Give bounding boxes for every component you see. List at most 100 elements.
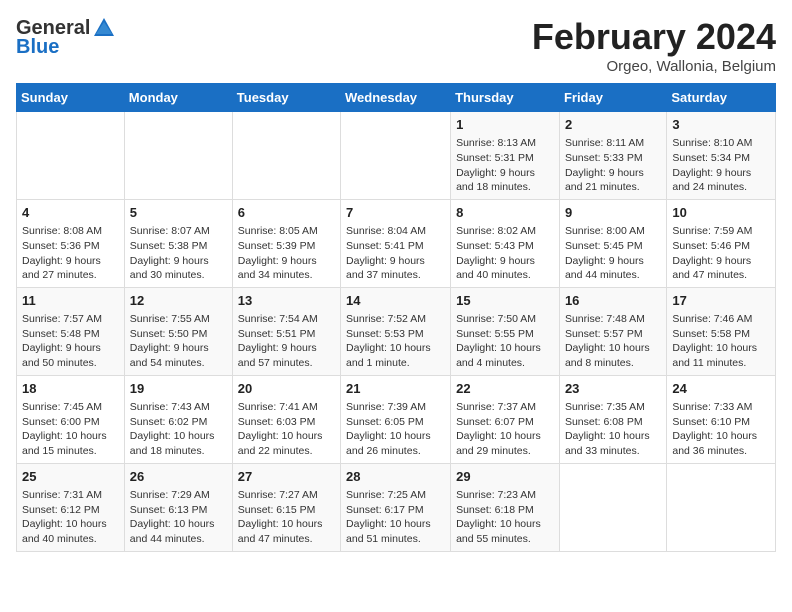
day-info: Sunset: 5:53 PM bbox=[346, 327, 445, 342]
calendar-cell: 2Sunrise: 8:11 AMSunset: 5:33 PMDaylight… bbox=[559, 112, 666, 200]
day-info: Sunset: 5:51 PM bbox=[238, 327, 335, 342]
day-number: 27 bbox=[238, 468, 335, 486]
day-number: 10 bbox=[672, 204, 770, 222]
title-block: February 2024 Orgeo, Wallonia, Belgium bbox=[532, 16, 776, 75]
calendar-week-4: 18Sunrise: 7:45 AMSunset: 6:00 PMDayligh… bbox=[17, 375, 776, 463]
day-info: Sunset: 5:55 PM bbox=[456, 327, 554, 342]
calendar-cell: 16Sunrise: 7:48 AMSunset: 5:57 PMDayligh… bbox=[559, 287, 666, 375]
calendar-cell: 9Sunrise: 8:00 AMSunset: 5:45 PMDaylight… bbox=[559, 199, 666, 287]
calendar-cell: 19 Sunrise: 7:43 AMSunset: 6:02 PMDayligh… bbox=[124, 375, 232, 463]
day-info: Sunset: 5:58 PM bbox=[672, 327, 770, 342]
day-info: Sunrise: 7:43 AM bbox=[130, 400, 227, 415]
header-friday: Friday bbox=[559, 84, 666, 112]
calendar-cell: 25Sunrise: 7:31 AMSunset: 6:12 PMDayligh… bbox=[17, 463, 125, 551]
calendar-cell: 22Sunrise: 7:37 AMSunset: 6:07 PMDayligh… bbox=[451, 375, 560, 463]
logo: General Blue bbox=[16, 16, 116, 59]
day-number: 6 bbox=[238, 204, 335, 222]
day-number: 5 bbox=[130, 204, 227, 222]
day-number: 25 bbox=[22, 468, 119, 486]
day-info: Daylight: 10 hours and 36 minutes. bbox=[672, 429, 770, 458]
day-info: Sunrise: 7:37 AM bbox=[456, 400, 554, 415]
day-info: Daylight: 10 hours and 26 minutes. bbox=[346, 429, 445, 458]
day-info: Sunrise: 8:08 AM bbox=[22, 224, 119, 239]
day-info: Daylight: 10 hours and 4 minutes. bbox=[456, 341, 554, 370]
day-info: Sunrise: 7:57 AM bbox=[22, 312, 119, 327]
day-number: 23 bbox=[565, 380, 661, 398]
day-number: 14 bbox=[346, 292, 445, 310]
day-info: Sunrise: 8:02 AM bbox=[456, 224, 554, 239]
day-number: 17 bbox=[672, 292, 770, 310]
calendar-cell: 17Sunrise: 7:46 AMSunset: 5:58 PMDayligh… bbox=[667, 287, 776, 375]
location-subtitle: Orgeo, Wallonia, Belgium bbox=[532, 58, 776, 75]
day-info: Sunrise: 8:13 AM bbox=[456, 136, 554, 151]
calendar-cell: 27Sunrise: 7:27 AMSunset: 6:15 PMDayligh… bbox=[232, 463, 340, 551]
month-title: February 2024 bbox=[532, 16, 776, 58]
day-info: Sunrise: 7:35 AM bbox=[565, 400, 661, 415]
calendar-table: SundayMondayTuesdayWednesdayThursdayFrid… bbox=[16, 83, 776, 552]
calendar-cell: 5Sunrise: 8:07 AMSunset: 5:38 PMDaylight… bbox=[124, 199, 232, 287]
day-info: Daylight: 9 hours and 47 minutes. bbox=[672, 254, 770, 283]
logo-blue-text: Blue bbox=[16, 36, 59, 59]
day-info: Sunset: 6:02 PM bbox=[130, 415, 227, 430]
calendar-cell: 4Sunrise: 8:08 AMSunset: 5:36 PMDaylight… bbox=[17, 199, 125, 287]
header-monday: Monday bbox=[124, 84, 232, 112]
day-number: 11 bbox=[22, 292, 119, 310]
calendar-cell: 21Sunrise: 7:39 AMSunset: 6:05 PMDayligh… bbox=[341, 375, 451, 463]
day-info: Daylight: 10 hours and 18 minutes. bbox=[130, 429, 227, 458]
calendar-cell: 23 Sunrise: 7:35 AMSunset: 6:08 PMDayligh… bbox=[559, 375, 666, 463]
day-info: Sunrise: 7:25 AM bbox=[346, 488, 445, 503]
day-info: Sunrise: 7:54 AM bbox=[238, 312, 335, 327]
calendar-cell: 24Sunrise: 7:33 AMSunset: 6:10 PMDayligh… bbox=[667, 375, 776, 463]
day-number: 19 bbox=[130, 380, 227, 398]
calendar-cell bbox=[232, 112, 340, 200]
day-info: Daylight: 9 hours and 34 minutes. bbox=[238, 254, 335, 283]
day-info: Daylight: 9 hours and 54 minutes. bbox=[130, 341, 227, 370]
day-info: Sunset: 5:34 PM bbox=[672, 151, 770, 166]
calendar-cell: 20Sunrise: 7:41 AMSunset: 6:03 PMDayligh… bbox=[232, 375, 340, 463]
day-info: Sunrise: 7:59 AM bbox=[672, 224, 770, 239]
calendar-cell bbox=[124, 112, 232, 200]
calendar-cell: 13Sunrise: 7:54 AMSunset: 5:51 PMDayligh… bbox=[232, 287, 340, 375]
day-info: Sunrise: 7:48 AM bbox=[565, 312, 661, 327]
calendar-cell: 12Sunrise: 7:55 AMSunset: 5:50 PMDayligh… bbox=[124, 287, 232, 375]
calendar-cell: 7Sunrise: 8:04 AMSunset: 5:41 PMDaylight… bbox=[341, 199, 451, 287]
day-info: Daylight: 9 hours and 40 minutes. bbox=[456, 254, 554, 283]
calendar-week-1: 1Sunrise: 8:13 AMSunset: 5:31 PMDaylight… bbox=[17, 112, 776, 200]
day-info: Sunrise: 8:11 AM bbox=[565, 136, 661, 151]
day-number: 28 bbox=[346, 468, 445, 486]
calendar-cell bbox=[17, 112, 125, 200]
calendar-week-5: 25Sunrise: 7:31 AMSunset: 6:12 PMDayligh… bbox=[17, 463, 776, 551]
calendar-cell: 14Sunrise: 7:52 AMSunset: 5:53 PMDayligh… bbox=[341, 287, 451, 375]
day-number: 2 bbox=[565, 116, 661, 134]
calendar-cell: 10 Sunrise: 7:59 AMSunset: 5:46 PMDayligh… bbox=[667, 199, 776, 287]
day-info: Sunset: 5:41 PM bbox=[346, 239, 445, 254]
day-info: Sunrise: 8:10 AM bbox=[672, 136, 770, 151]
day-info: Sunset: 5:46 PM bbox=[672, 239, 770, 254]
day-info: Daylight: 10 hours and 22 minutes. bbox=[238, 429, 335, 458]
day-info: Daylight: 9 hours and 37 minutes. bbox=[346, 254, 445, 283]
calendar-cell bbox=[667, 463, 776, 551]
day-info: Sunrise: 7:31 AM bbox=[22, 488, 119, 503]
calendar-cell: 1Sunrise: 8:13 AMSunset: 5:31 PMDaylight… bbox=[451, 112, 560, 200]
day-info: Sunrise: 7:33 AM bbox=[672, 400, 770, 415]
day-info: Daylight: 9 hours and 30 minutes. bbox=[130, 254, 227, 283]
day-info: Sunset: 5:57 PM bbox=[565, 327, 661, 342]
day-number: 18 bbox=[22, 380, 119, 398]
day-info: Sunrise: 7:45 AM bbox=[22, 400, 119, 415]
day-number: 24 bbox=[672, 380, 770, 398]
day-info: Daylight: 10 hours and 33 minutes. bbox=[565, 429, 661, 458]
calendar-cell: 6Sunrise: 8:05 AMSunset: 5:39 PMDaylight… bbox=[232, 199, 340, 287]
day-info: Daylight: 10 hours and 51 minutes. bbox=[346, 517, 445, 546]
calendar-cell bbox=[559, 463, 666, 551]
day-info: Sunset: 5:31 PM bbox=[456, 151, 554, 166]
day-info: Daylight: 9 hours and 27 minutes. bbox=[22, 254, 119, 283]
day-info: Sunset: 5:36 PM bbox=[22, 239, 119, 254]
day-info: Sunset: 6:07 PM bbox=[456, 415, 554, 430]
day-info: Daylight: 10 hours and 15 minutes. bbox=[22, 429, 119, 458]
day-number: 22 bbox=[456, 380, 554, 398]
calendar-cell: 15Sunrise: 7:50 AMSunset: 5:55 PMDayligh… bbox=[451, 287, 560, 375]
day-info: Daylight: 9 hours and 57 minutes. bbox=[238, 341, 335, 370]
day-info: Sunrise: 7:46 AM bbox=[672, 312, 770, 327]
header-thursday: Thursday bbox=[451, 84, 560, 112]
day-info: Sunset: 6:08 PM bbox=[565, 415, 661, 430]
